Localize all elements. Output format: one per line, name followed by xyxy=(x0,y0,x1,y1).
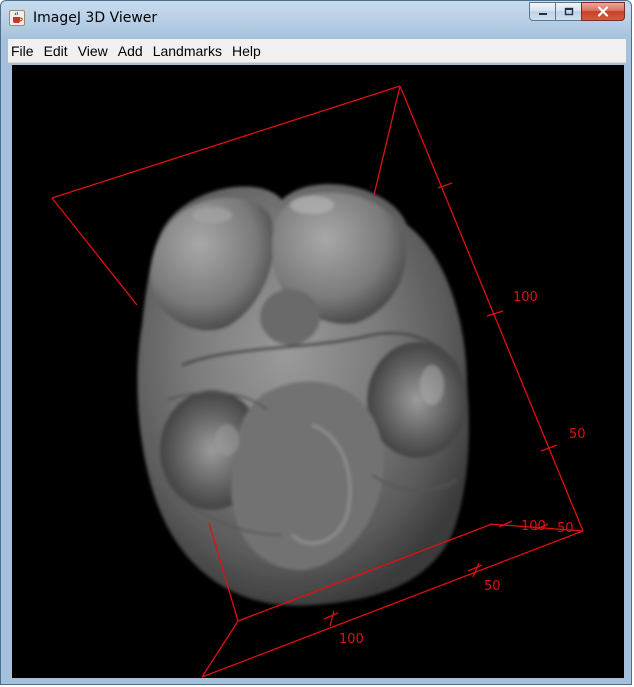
imagej-3d-viewer-window: ImageJ 3D Viewer File Edit View Add Land… xyxy=(0,0,632,685)
axis-label: 100 xyxy=(521,519,546,534)
maximize-icon xyxy=(564,7,573,16)
menu-help[interactable]: Help xyxy=(227,39,266,63)
maximize-button[interactable] xyxy=(555,2,581,21)
minimize-button[interactable] xyxy=(529,2,555,21)
title-bar[interactable]: ImageJ 3D Viewer xyxy=(1,1,631,35)
menu-landmarks[interactable]: Landmarks xyxy=(148,39,227,63)
axis-label: 50 xyxy=(557,521,574,536)
close-button[interactable] xyxy=(581,2,625,21)
axis-label: 100 xyxy=(513,290,538,305)
axis-label: 50 xyxy=(569,427,586,442)
menu-bar: File Edit View Add Landmarks Help xyxy=(8,39,626,63)
axis-label: 50 xyxy=(484,579,501,594)
window-controls xyxy=(529,2,625,21)
3d-viewport[interactable]: 100 50 100 50 50 100 xyxy=(12,65,624,678)
java-coffee-cup-icon[interactable] xyxy=(9,10,25,26)
window-title: ImageJ 3D Viewer xyxy=(33,10,158,26)
minimize-icon xyxy=(538,12,547,15)
close-icon xyxy=(597,6,609,17)
menu-file[interactable]: File xyxy=(8,39,39,63)
volume-rendering xyxy=(137,184,469,606)
menu-view[interactable]: View xyxy=(73,39,113,63)
axis-label: 100 xyxy=(339,632,364,647)
menu-edit[interactable]: Edit xyxy=(39,39,73,63)
menu-add[interactable]: Add xyxy=(113,39,148,63)
